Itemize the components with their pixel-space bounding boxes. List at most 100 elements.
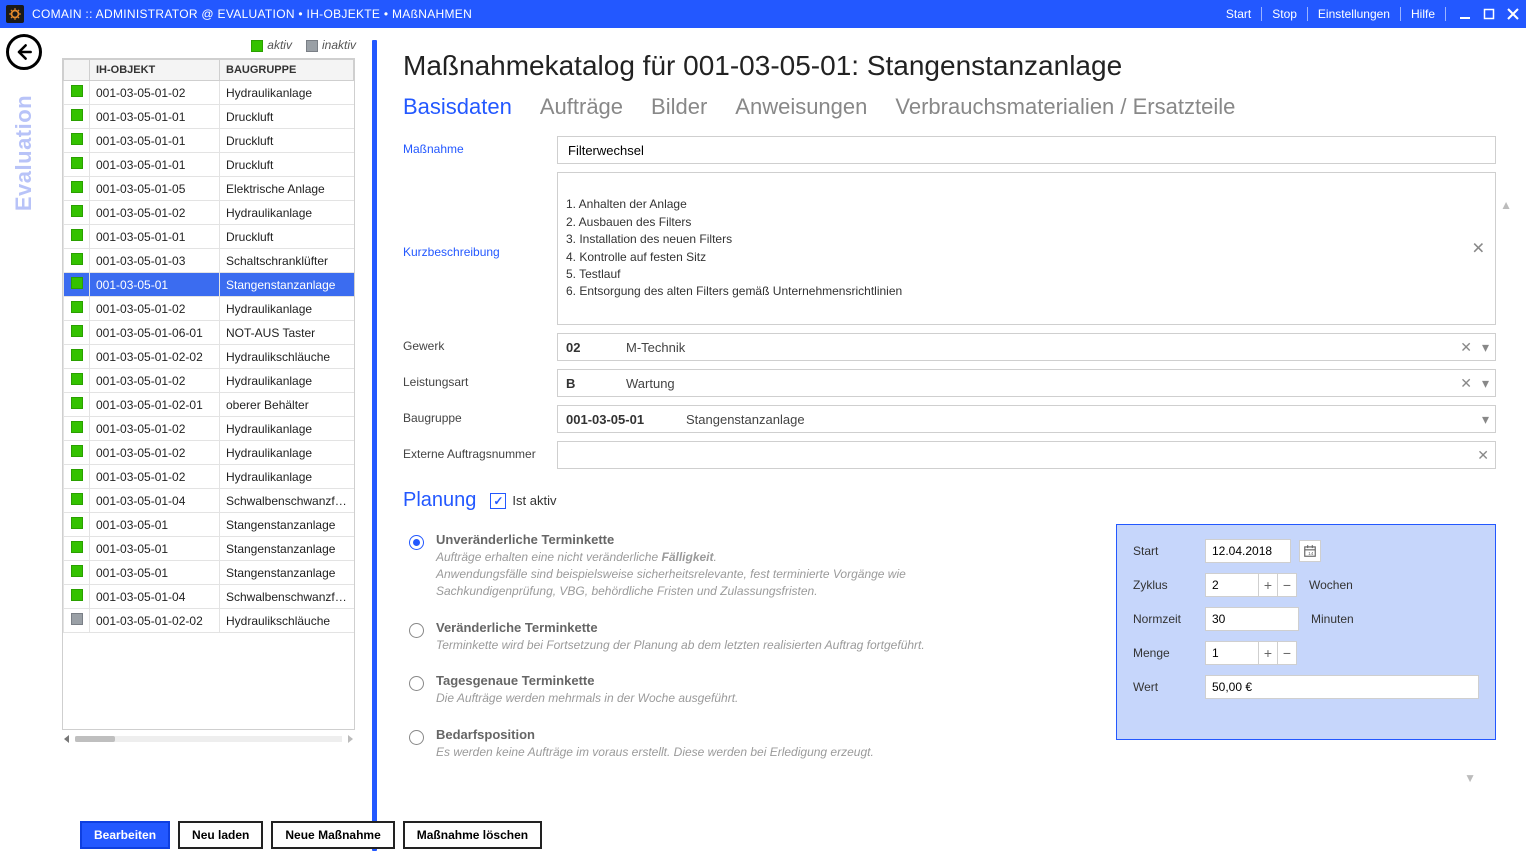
row-ih: 001-03-05-01 [90, 561, 220, 585]
row-bg: Schwalbenschwanzführun [220, 489, 355, 513]
row-status [64, 441, 90, 465]
dropdown-baugruppe-icon[interactable]: ▾ [1482, 412, 1489, 426]
tab-verbrauch[interactable]: Verbrauchsmaterialien / Ersatzteile [895, 94, 1235, 120]
row-bg: Stangenstanzanlage [220, 273, 355, 297]
row-bg: NOT-AUS Taster [220, 321, 355, 345]
menu-stop[interactable]: Stop [1264, 7, 1305, 21]
radio-option[interactable] [409, 623, 424, 638]
clear-leistungsart-icon[interactable]: ✕ [1460, 376, 1472, 390]
field-massnahme[interactable] [557, 136, 1496, 164]
input-massnahme[interactable] [566, 142, 1487, 159]
radio-option[interactable] [409, 676, 424, 691]
table-row[interactable]: 001-03-05-01Stangenstanzanlage [63, 513, 354, 537]
field-gewerk[interactable]: 02 M-Technik ✕▾ [557, 333, 1496, 361]
table-row[interactable]: 001-03-05-01-04Schwalbenschwanzführun [63, 585, 354, 609]
table-row[interactable]: 001-03-05-01-02Hydraulikanlage [63, 81, 354, 105]
back-button[interactable] [6, 34, 42, 70]
label-baugruppe: Baugruppe [403, 405, 543, 425]
row-ih: 001-03-05-01-02 [90, 369, 220, 393]
table-row[interactable]: 001-03-05-01-02-02Hydraulikschläuche [63, 345, 354, 369]
collapse-up-icon[interactable]: ▲ [1500, 198, 1512, 212]
menge-plus-icon[interactable]: + [1258, 641, 1278, 665]
input-extnr[interactable] [566, 447, 1487, 464]
button-massnahme-loeschen[interactable]: Maßnahme löschen [403, 821, 542, 849]
col-ih-objekt[interactable]: IH-OBJEKT [90, 60, 220, 81]
col-baugruppe[interactable]: BAUGRUPPE [220, 60, 354, 81]
menu-start[interactable]: Start [1218, 7, 1259, 21]
table-row[interactable]: 001-03-05-01-02Hydraulikanlage [63, 465, 354, 489]
planung-panel: Start 14 Zyklus + − Wochen Nor [1116, 524, 1496, 740]
input-start[interactable] [1205, 539, 1291, 563]
row-bg: Schwalbenschwanzführun [220, 585, 355, 609]
zyklus-plus-icon[interactable]: + [1258, 573, 1278, 597]
button-neue-massnahme[interactable]: Neue Maßnahme [271, 821, 394, 849]
grid-h-scrollbar[interactable] [62, 732, 355, 746]
input-menge[interactable] [1205, 641, 1259, 665]
table-row[interactable]: 001-03-05-01-01Druckluft [63, 225, 354, 249]
table-row[interactable]: 001-03-05-01-02Hydraulikanlage [63, 201, 354, 225]
clear-kurzbeschr-icon[interactable]: ✕ [1472, 237, 1485, 260]
button-bearbeiten[interactable]: Bearbeiten [80, 821, 170, 849]
tab-auftraege[interactable]: Aufträge [540, 94, 623, 120]
clear-gewerk-icon[interactable]: ✕ [1460, 340, 1472, 354]
input-wert[interactable] [1205, 675, 1479, 699]
row-bg: Schaltschranklüfter [220, 249, 355, 273]
table-row[interactable]: 001-03-05-01-01Druckluft [63, 105, 354, 129]
table-row[interactable]: 001-03-05-01-03Schaltschranklüfter [63, 249, 354, 273]
maximize-icon[interactable] [1482, 7, 1496, 21]
field-baugruppe[interactable]: 001-03-05-01 Stangenstanzanlage ▾ [557, 405, 1496, 433]
object-grid[interactable]: IH-OBJEKT BAUGRUPPE 001-03-05-01-02Hydra… [62, 58, 355, 730]
tab-anweisungen[interactable]: Anweisungen [735, 94, 867, 120]
zyklus-minus-icon[interactable]: − [1277, 573, 1297, 597]
row-ih: 001-03-05-01 [90, 273, 220, 297]
calendar-icon[interactable]: 14 [1299, 540, 1321, 562]
table-row[interactable]: 001-03-05-01Stangenstanzanlage [63, 537, 354, 561]
dropdown-gewerk-icon[interactable]: ▾ [1482, 340, 1489, 354]
table-row[interactable]: 001-03-05-01-01Druckluft [63, 153, 354, 177]
table-row[interactable]: 001-03-05-01-02-01oberer Behälter [63, 393, 354, 417]
menu-settings[interactable]: Einstellungen [1310, 7, 1398, 21]
table-row[interactable]: 001-03-05-01-02Hydraulikanlage [63, 417, 354, 441]
table-row[interactable]: 001-03-05-01Stangenstanzanlage [63, 561, 354, 585]
clear-extnr-icon[interactable]: ✕ [1477, 448, 1489, 462]
row-bg: Hydraulikanlage [220, 441, 355, 465]
collapse-down-icon[interactable]: ▼ [1464, 771, 1476, 785]
menu-help[interactable]: Hilfe [1403, 7, 1443, 21]
table-row[interactable]: 001-03-05-01-02Hydraulikanlage [63, 369, 354, 393]
dropdown-leistungsart-icon[interactable]: ▾ [1482, 376, 1489, 390]
baugruppe-text: Stangenstanzanlage [686, 412, 805, 427]
checkbox-ist-aktiv[interactable] [490, 493, 506, 509]
row-ih: 001-03-05-01-02 [90, 465, 220, 489]
button-neu-laden[interactable]: Neu laden [178, 821, 263, 849]
table-row[interactable]: 001-03-05-01-06-01NOT-AUS Taster [63, 321, 354, 345]
table-row[interactable]: 001-03-05-01-01Druckluft [63, 129, 354, 153]
row-ih: 001-03-05-01-04 [90, 585, 220, 609]
table-row[interactable]: 001-03-05-01-02Hydraulikanlage [63, 297, 354, 321]
table-row[interactable]: 001-03-05-01-04Schwalbenschwanzführun [63, 489, 354, 513]
row-status [64, 297, 90, 321]
field-extnr[interactable]: ✕ [557, 441, 1496, 469]
close-icon[interactable] [1506, 7, 1520, 21]
table-row[interactable]: 001-03-05-01-02Hydraulikanlage [63, 441, 354, 465]
table-row[interactable]: 001-03-05-01-02-02Hydraulikschläuche [63, 609, 354, 633]
table-row[interactable]: 001-03-05-01Stangenstanzanlage [63, 273, 354, 297]
field-leistungsart[interactable]: B Wartung ✕▾ [557, 369, 1496, 397]
panel-divider[interactable] [372, 40, 377, 851]
radio-desc: Die Aufträge werden mehrmals in der Woch… [436, 690, 738, 707]
radio-option[interactable] [409, 535, 424, 550]
input-zyklus[interactable] [1205, 573, 1259, 597]
col-status[interactable] [64, 60, 90, 81]
tab-bilder[interactable]: Bilder [651, 94, 707, 120]
input-normzeit[interactable] [1205, 607, 1299, 631]
minimize-icon[interactable] [1458, 7, 1472, 21]
label-zyklus: Zyklus [1133, 578, 1197, 592]
row-status [64, 369, 90, 393]
row-status [64, 489, 90, 513]
table-row[interactable]: 001-03-05-01-05Elektrische Anlage [63, 177, 354, 201]
tab-basisdaten[interactable]: Basisdaten [403, 94, 512, 120]
field-kurzbeschr[interactable]: 1. Anhalten der Anlage 2. Ausbauen des F… [557, 172, 1496, 325]
radio-option[interactable] [409, 730, 424, 745]
label-wert: Wert [1133, 680, 1197, 694]
footer-buttons: Bearbeiten Neu laden Neue Maßnahme Maßna… [80, 821, 542, 849]
menge-minus-icon[interactable]: − [1277, 641, 1297, 665]
